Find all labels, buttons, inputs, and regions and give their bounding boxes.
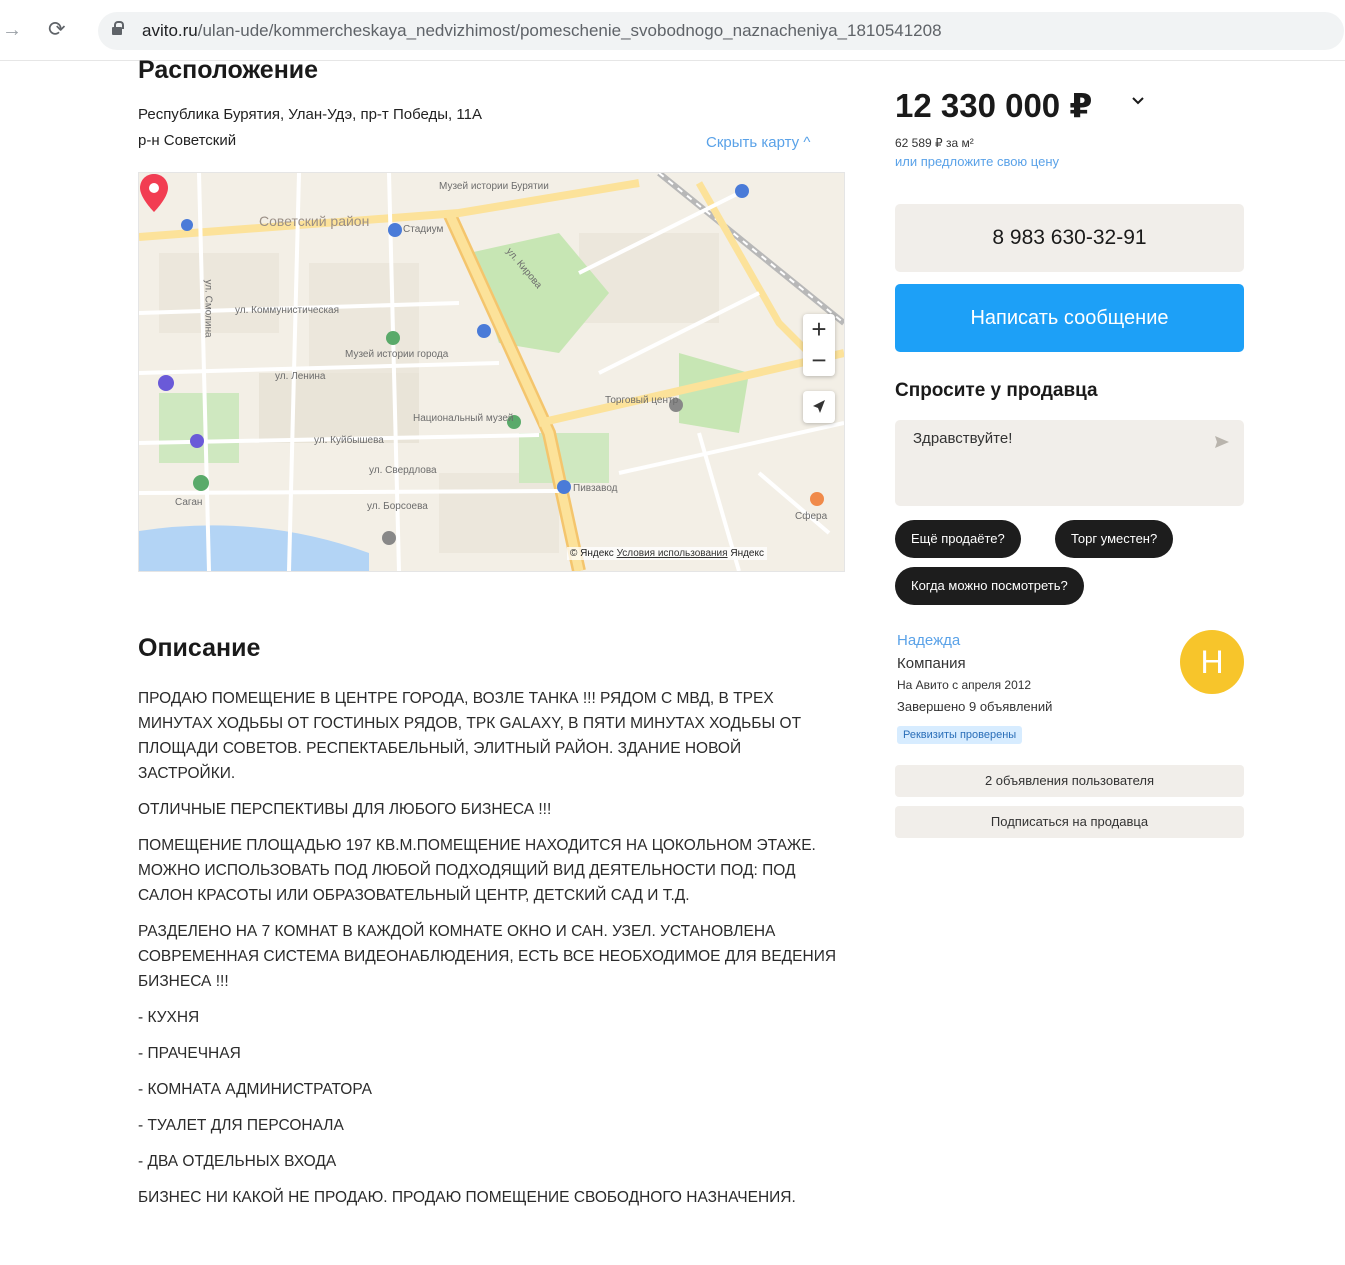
seller-type: Компания: [897, 655, 966, 672]
send-icon[interactable]: [1214, 434, 1230, 450]
location-heading: Расположение: [138, 56, 319, 84]
write-message-button[interactable]: Написать сообщение: [895, 284, 1244, 352]
map-label-district: Советский район: [259, 213, 370, 229]
url-path: /ulan-ude/kommercheskaya_nedvizhimost/po…: [197, 21, 942, 40]
user-ads-button[interactable]: 2 объявления пользователя: [895, 765, 1244, 797]
url-text: avito.ru/ulan-ude/kommercheskaya_nedvizh…: [142, 21, 942, 41]
map-label-mall: Торговый центр: [605, 395, 679, 406]
description-paragraph: ПОМЕЩЕНИЕ ПЛОЩАДЬЮ 197 КВ.М.ПОМЕЩЕНИЕ НА…: [138, 837, 816, 904]
seller-since: На Авито с апреля 2012: [897, 678, 1032, 692]
seller-name-link[interactable]: Надежда: [897, 632, 960, 649]
map-label-street-5: ул. Смолина: [202, 279, 214, 338]
description-paragraph: ПРОДАЮ ПОМЕЩЕНИЕ В ЦЕНТРЕ ГОРОДА, ВОЗЛЕ …: [138, 690, 802, 782]
navigation-arrow-icon: [813, 400, 825, 413]
zoom-in-button[interactable]: +: [803, 314, 835, 345]
map-label-national-museum: Национальный музей: [413, 413, 514, 424]
map-label-street-1: ул. Коммунистическая: [235, 305, 340, 316]
map-zoom-control: + −: [803, 314, 835, 376]
offer-price-link[interactable]: или предложите свою цену: [895, 154, 1059, 169]
ask-seller-text: Здравствуйте!: [913, 430, 1013, 447]
url-domain: avito.ru: [142, 21, 198, 40]
hide-map-link[interactable]: Скрыть карту ^: [706, 134, 810, 151]
verified-badge: Реквизиты проверены: [897, 726, 1023, 744]
map-label-sagan: Саган: [175, 497, 203, 508]
map-label-museum: Музей истории Бурятии: [439, 181, 549, 192]
map-label-street-6: ул. Свердлова: [369, 465, 437, 476]
geolocation-button[interactable]: [803, 391, 835, 423]
price: 12 330 000 ₽: [895, 87, 1093, 124]
subscribe-seller-button[interactable]: Подписаться на продавца: [895, 806, 1244, 838]
lock-icon: [112, 21, 124, 35]
map[interactable]: Советский район Музей истории Бурятии Ст…: [138, 172, 845, 572]
quick-question-chip[interactable]: Когда можно посмотреть?: [895, 567, 1084, 605]
price-per-m2: 62 589 ₽ за м²: [895, 136, 974, 150]
reload-icon[interactable]: ⟳: [48, 18, 66, 42]
map-label-brewery: Пивзавод: [573, 483, 618, 494]
map-label-street-7: ул. Борсоева: [367, 501, 428, 512]
map-label-street-4: ул. Куйбышева: [314, 435, 384, 446]
district-text: р-н Советский: [138, 132, 237, 149]
map-label-stadium: Стадиум: [403, 224, 444, 235]
seller-completed: Завершено 9 объявлений: [897, 699, 1053, 714]
quick-question-chip[interactable]: Торг уместен?: [1055, 520, 1174, 558]
ask-seller-heading: Спросите у продавца: [895, 380, 1098, 401]
description-body: ПРОДАЮ ПОМЕЩЕНИЕ В ЦЕНТРЕ ГОРОДА, ВОЗЛЕ …: [138, 686, 838, 1221]
phone-button[interactable]: 8 983 630-32-91: [895, 204, 1244, 272]
map-attribution: © Яндекс Условия использования Яндекс: [567, 547, 767, 560]
description-paragraph: РАЗДЕЛЕНО НА 7 КОМНАТ В КАЖДОЙ КОМНАТЕ О…: [138, 923, 837, 990]
map-label-city-museum: Музей истории города: [345, 349, 449, 360]
forward-arrow-icon[interactable]: →: [2, 18, 22, 42]
browser-toolbar: → ⟳ avito.ru/ulan-ude/kommercheskaya_ned…: [0, 0, 1345, 61]
description-list-item: - ПРАЧЕЧНАЯ: [138, 1045, 241, 1062]
description-list-item: - КУХНЯ: [138, 1009, 200, 1026]
location-pin-icon[interactable]: [139, 173, 169, 213]
map-label-street-2: ул. Ленина: [275, 371, 326, 382]
description-heading: Описание: [138, 634, 261, 662]
description-paragraph: ОТЛИЧНЫЕ ПЕРСПЕКТИВЫ ДЛЯ ЛЮБОГО БИЗНЕСА …: [138, 801, 552, 818]
address-bar[interactable]: avito.ru/ulan-ude/kommercheskaya_nedvizh…: [98, 12, 1344, 50]
chevron-down-icon[interactable]: [1130, 92, 1146, 108]
description-list-item: - ТУАЛЕТ ДЛЯ ПЕРСОНАЛА: [138, 1117, 344, 1134]
map-terms-link[interactable]: Условия использования: [617, 548, 728, 559]
quick-question-chip[interactable]: Ещё продаёте?: [895, 520, 1021, 558]
zoom-out-button[interactable]: −: [803, 345, 835, 376]
address-text: Республика Бурятия, Улан-Удэ, пр-т Побед…: [138, 106, 482, 123]
map-brand: Яндекс: [730, 548, 764, 559]
map-label-sfera: Сфера: [795, 511, 828, 522]
description-paragraph: БИЗНЕС НИ КАКОЙ НЕ ПРОДАЮ. ПРОДАЮ ПОМЕЩЕ…: [138, 1189, 796, 1206]
description-list-item: - КОМНАТА АДМИНИСТРАТОРА: [138, 1081, 372, 1098]
ask-seller-input[interactable]: Здравствуйте!: [895, 420, 1244, 506]
map-copyright: © Яндекс: [570, 548, 614, 559]
map-canvas: [139, 173, 844, 571]
avatar[interactable]: Н: [1180, 630, 1244, 694]
description-list-item: - ДВА ОТДЕЛЬНЫХ ВХОДА: [138, 1153, 337, 1170]
